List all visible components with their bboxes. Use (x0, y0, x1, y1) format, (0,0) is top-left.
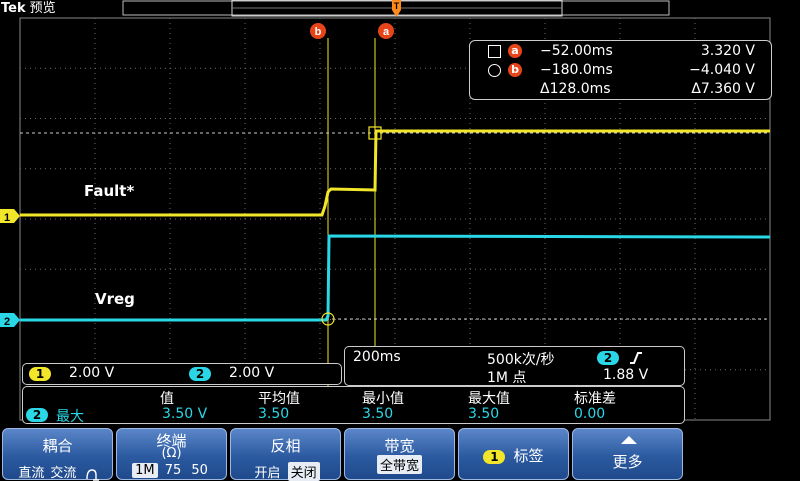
more-button[interactable]: 更多 (572, 428, 683, 480)
invert-title: 反相 (270, 437, 301, 455)
cursor-b-handle[interactable]: b (310, 23, 326, 39)
cursor-delta-value: Δ7.360 V (691, 81, 755, 97)
label-title-wrap: 1 标签 (459, 445, 568, 466)
coupling-button[interactable]: 耦合 直流 交流 (2, 428, 113, 481)
trigger-source-badge[interactable]: 2 (597, 351, 619, 365)
cursor-readout-panel[interactable]: a −52.00ms 3.320 V b −180.0ms −4.040 V Δ… (469, 40, 772, 100)
measure-min: 3.50 (362, 406, 394, 422)
measure-value: 3.50 V (162, 406, 208, 422)
measure-header-min: 最小值 (362, 391, 404, 407)
measure-max: 3.50 (468, 406, 500, 422)
cursor-a-badge: a (508, 44, 522, 58)
cursor-b-value: −4.040 V (689, 62, 755, 78)
termination-75[interactable]: 75 (162, 463, 185, 478)
oscilloscope-screen: Tek 预览 T b a 1 2 Fault* Vreg a −52.00ms … (0, 0, 800, 481)
more-title: 更多 (612, 453, 643, 471)
cursor-a-value: 3.320 V (700, 43, 755, 59)
termination-options: 1M 75 50 (117, 463, 226, 478)
ch1-scale-badge[interactable]: 1 (29, 367, 51, 381)
record-length: 1M 点 (487, 370, 527, 386)
label-button[interactable]: 1 标签 (458, 428, 569, 480)
square-marker-icon (488, 45, 501, 58)
time-per-div: 200ms (353, 349, 401, 365)
coupling-title: 耦合 (42, 437, 73, 455)
cursor-a-readout: a −52.00ms 3.320 V (470, 42, 771, 61)
cursor-b-readout: b −180.0ms −4.040 V (470, 61, 771, 80)
measure-ch-badge: 2 (26, 408, 48, 422)
termination-1m[interactable]: 1M (132, 463, 158, 478)
ch1-scale-value: 2.00 V (69, 365, 115, 381)
trigger-position-marker[interactable]: T (392, 0, 401, 17)
bandwidth-value-wrap: 全带宽 (345, 455, 454, 474)
bandwidth-title: 带宽 (384, 437, 415, 455)
invert-off[interactable]: 关闭 (287, 462, 320, 481)
ch2-trace-label: Vreg (95, 290, 135, 308)
termination-button[interactable]: 终端 (Ω) 1M 75 50 (116, 428, 227, 480)
bandwidth-value[interactable]: 全带宽 (376, 455, 422, 474)
rising-edge-icon (630, 352, 642, 364)
label-title: 标签 (513, 447, 544, 465)
invert-on[interactable]: 开启 (251, 462, 283, 481)
coupling-options: 直流 交流 (3, 462, 112, 481)
measure-stddev: 0.00 (574, 406, 606, 422)
invert-button[interactable]: 反相 开启 关闭 (230, 428, 341, 481)
invert-options: 开启 关闭 (231, 462, 340, 481)
label-ch-badge: 1 (483, 450, 506, 464)
sample-rate: 500k次/秒 (487, 352, 555, 368)
ch2-scale-value: 2.00 V (229, 365, 275, 381)
measure-name: 最大 (56, 409, 84, 425)
cursor-b-badge: b (508, 63, 522, 77)
cursor-a-letter: a (383, 26, 390, 38)
termination-50[interactable]: 50 (188, 463, 211, 478)
bandwidth-button[interactable]: 带宽 全带宽 (344, 428, 455, 480)
measure-mean: 3.50 (258, 406, 290, 422)
timebase-trigger-box[interactable]: 200ms 500k次/秒 1M 点 2 1.88 V (344, 346, 685, 386)
measure-header-stddev: 标准差 (574, 391, 616, 407)
measure-header-value: 值 (160, 391, 174, 407)
cursor-b-letter: b (315, 26, 322, 38)
cursor-a-time: −52.00ms (540, 43, 613, 59)
cursor-b-time: −180.0ms (540, 62, 613, 78)
measure-header-mean: 平均值 (258, 391, 300, 407)
ch1-marker-number: 1 (4, 212, 10, 224)
ch2-ground-marker[interactable]: 2 (0, 313, 20, 328)
ch1-ground-marker[interactable]: 1 (0, 209, 20, 224)
cursor-delta-readout: Δ128.0ms Δ7.360 V (470, 80, 771, 99)
ch2-marker-number: 2 (4, 316, 10, 328)
gnd-coupling-icon[interactable] (84, 467, 100, 481)
circle-marker-icon (488, 64, 501, 77)
termination-unit: (Ω) (161, 446, 182, 461)
ch2-scale-badge[interactable]: 2 (189, 367, 211, 381)
chevron-up-icon (621, 436, 637, 444)
cursor-delta-time: Δ128.0ms (540, 81, 611, 97)
coupling-ac[interactable]: 交流 (47, 462, 79, 481)
channel-scale-box[interactable]: 1 2.00 V 2 2.00 V (22, 363, 342, 385)
trigger-level: 1.88 V (603, 367, 649, 383)
measure-header-max: 最大值 (468, 391, 510, 407)
cursor-a-handle[interactable]: a (378, 23, 394, 39)
coupling-dc[interactable]: 直流 (15, 462, 47, 481)
ch1-trace-label: Fault* (84, 182, 135, 200)
svg-text:T: T (394, 1, 400, 11)
